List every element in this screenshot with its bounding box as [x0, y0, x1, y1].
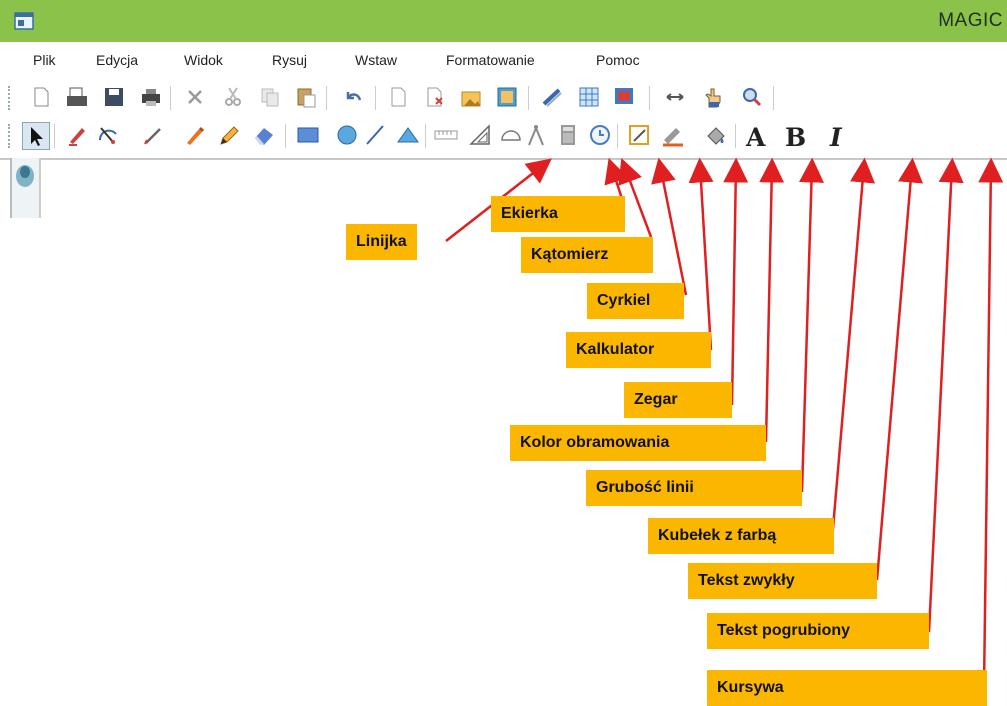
text-italic-button[interactable]: I — [830, 123, 842, 152]
label-clock: Zegar — [624, 382, 732, 418]
separator — [649, 86, 650, 110]
highlighter-icon[interactable] — [181, 122, 207, 148]
line-icon[interactable] — [362, 122, 388, 148]
triangle-icon[interactable] — [395, 122, 421, 148]
label-compass: Cyrkiel — [587, 283, 684, 319]
separator — [425, 124, 426, 148]
screen-icon[interactable] — [611, 84, 637, 110]
clock-icon[interactable] — [587, 122, 613, 148]
separator — [285, 124, 286, 148]
window-title: MAGIC — [938, 10, 1003, 31]
ellipse-icon[interactable] — [334, 122, 360, 148]
menu-wstaw[interactable]: Wstaw — [355, 52, 397, 68]
separator — [375, 86, 376, 110]
line-style-icon[interactable] — [539, 84, 565, 110]
set-square-icon[interactable] — [467, 122, 493, 148]
arrow-calculator — [688, 157, 714, 351]
paste-icon[interactable] — [293, 84, 319, 110]
open-icon[interactable] — [64, 84, 90, 110]
label-calculator: Kalkulator — [566, 332, 711, 368]
title-bar: MAGIC — [0, 0, 1007, 42]
protractor-icon[interactable] — [498, 122, 524, 148]
hand-icon[interactable] — [700, 84, 726, 110]
label-border-color: Kolor obramowania — [510, 425, 766, 461]
pointer-icon[interactable] — [22, 122, 50, 150]
pencil-icon[interactable] — [216, 122, 242, 148]
border-color-icon[interactable] — [626, 122, 652, 148]
separator — [170, 86, 171, 110]
calculator-icon[interactable] — [555, 122, 581, 148]
separator — [528, 86, 529, 110]
menu-edycja[interactable]: Edycja — [96, 52, 138, 68]
separator — [617, 124, 618, 148]
arrow-border-color — [759, 157, 785, 443]
arrows-icon[interactable] — [662, 84, 688, 110]
text-normal-button[interactable]: A — [746, 123, 765, 152]
undo-icon[interactable] — [340, 84, 366, 110]
eraser-icon[interactable] — [251, 122, 277, 148]
drawing-toolbar: A B I — [0, 116, 1007, 160]
grid-icon[interactable] — [576, 84, 602, 110]
arrow-text-normal — [875, 157, 923, 581]
separator — [54, 124, 55, 148]
arrow-clock — [723, 157, 749, 406]
rectangle-icon[interactable] — [295, 122, 321, 148]
thumbnail-image-icon — [16, 165, 34, 187]
zoom-icon[interactable] — [738, 84, 764, 110]
label-ruler: Linijka — [346, 224, 417, 260]
menu-widok[interactable]: Widok — [184, 52, 223, 68]
line-width-icon[interactable] — [660, 122, 686, 148]
text-bold-button[interactable]: B — [785, 123, 806, 152]
separator — [773, 86, 774, 110]
app-icon — [14, 12, 34, 30]
label-protractor: Kątomierz — [521, 237, 653, 273]
pen-icon[interactable] — [140, 122, 166, 148]
blank-page-icon[interactable] — [385, 84, 411, 110]
arrow-line-width — [798, 157, 824, 493]
protractor-tool-icon[interactable] — [95, 122, 121, 148]
label-line-width: Grubość linii — [586, 470, 802, 506]
label-text-bold: Tekst pogrubiony — [707, 613, 929, 649]
toolbar-grip[interactable] — [8, 124, 13, 148]
cut-icon[interactable] — [220, 84, 246, 110]
separator — [326, 86, 327, 110]
arrow-paint-bucket — [830, 157, 875, 541]
arrow-compass — [651, 157, 688, 296]
menu-bar: Plik Edycja Widok Rysuj Wstaw Formatowan… — [0, 42, 1007, 78]
arrow-text-bold — [927, 157, 964, 633]
compass-icon[interactable] — [523, 122, 549, 148]
separator — [735, 124, 736, 148]
standard-toolbar — [0, 78, 1007, 116]
label-paint-bucket: Kubełek z farbą — [648, 518, 834, 554]
delete-icon[interactable] — [182, 84, 208, 110]
label-italic: Kursywa — [707, 670, 987, 706]
arrow-italic — [978, 157, 1004, 687]
label-text-normal: Tekst zwykły — [688, 563, 877, 599]
print-icon[interactable] — [138, 84, 164, 110]
ruler-icon[interactable] — [433, 122, 459, 148]
menu-formatowanie[interactable]: Formatowanie — [446, 52, 535, 68]
menu-pomoc[interactable]: Pomoc — [596, 52, 640, 68]
page-thumbnail[interactable] — [10, 158, 41, 218]
label-set-square: Ekierka — [491, 196, 625, 232]
page-remove-icon[interactable] — [422, 84, 448, 110]
save-icon[interactable] — [101, 84, 127, 110]
copy-icon[interactable] — [257, 84, 283, 110]
menu-plik[interactable]: Plik — [33, 52, 56, 68]
menu-rysuj[interactable]: Rysuj — [272, 52, 307, 68]
insert-image-icon[interactable] — [458, 84, 484, 110]
marker-icon[interactable] — [64, 122, 90, 148]
arrow-protractor — [618, 157, 653, 238]
toolbar-grip[interactable] — [8, 86, 13, 110]
paint-bucket-icon[interactable] — [702, 122, 728, 148]
new-document-icon[interactable] — [28, 84, 54, 110]
picture-icon[interactable] — [494, 84, 520, 110]
